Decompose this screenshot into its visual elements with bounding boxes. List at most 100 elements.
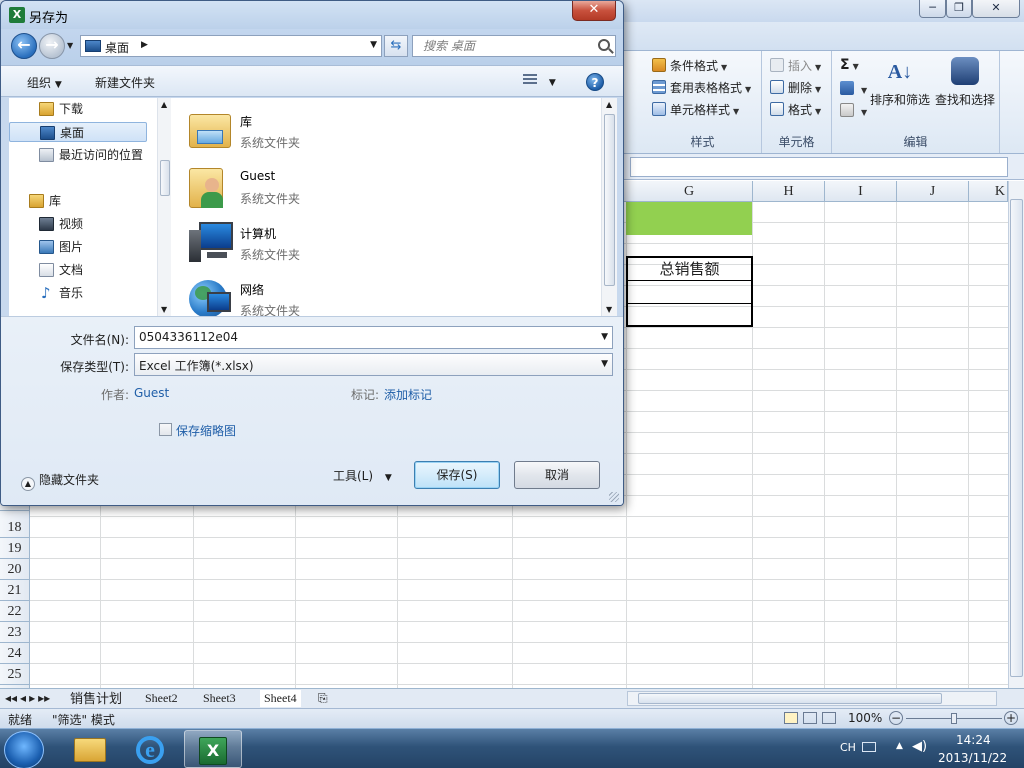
keyboard-icon[interactable] xyxy=(862,742,876,752)
autosum-button[interactable]: Σ ▼ xyxy=(840,57,859,73)
save-thumbnail-checkbox[interactable] xyxy=(159,423,172,436)
cell-styles-button[interactable]: 单元格样式 ▼ xyxy=(652,101,739,118)
scroll-down-icon[interactable]: ▼ xyxy=(606,305,612,314)
total-sales-cell[interactable] xyxy=(628,281,751,304)
zoom-in-icon[interactable]: + xyxy=(1004,711,1018,725)
zoom-slider-thumb[interactable] xyxy=(951,713,957,724)
address-location[interactable]: 桌面 xyxy=(105,39,129,56)
help-button[interactable]: ? xyxy=(586,73,604,91)
nav-item-documents[interactable]: 文档 xyxy=(9,260,149,280)
search-input[interactable] xyxy=(415,37,593,55)
nav-item-desktop[interactable]: 桌面 xyxy=(9,122,147,142)
address-bar[interactable]: 桌面 ▶ ▼ xyxy=(80,35,382,57)
horizontal-scrollbar[interactable] xyxy=(627,691,997,706)
row-header[interactable]: 18 xyxy=(0,517,29,538)
address-dropdown-icon[interactable]: ▼ xyxy=(370,40,377,50)
insert-sheet-icon[interactable]: ⎘ xyxy=(318,690,328,707)
zoom-out-icon[interactable]: − xyxy=(889,711,903,725)
sheet-tab-1[interactable]: Sheet2 xyxy=(145,690,178,707)
scroll-down-icon[interactable]: ▼ xyxy=(161,305,167,314)
row-header[interactable]: 22 xyxy=(0,601,29,622)
filetype-value[interactable]: Excel 工作簿(*.xlsx) xyxy=(139,357,254,374)
history-dropdown-icon[interactable]: ▼ xyxy=(67,41,73,50)
row-header[interactable]: 25 xyxy=(0,664,29,685)
fill-button[interactable]: ▼ xyxy=(840,81,867,96)
volume-icon[interactable]: ◀) xyxy=(912,739,927,754)
sheet-tab-0[interactable]: 销售计划 xyxy=(70,690,122,707)
nav-item-recent[interactable]: 最近访问的位置 xyxy=(9,145,149,165)
total-sales-cell[interactable] xyxy=(628,304,751,327)
normal-view-icon[interactable] xyxy=(784,712,798,724)
file-item-computer[interactable]: 计算机 系统文件夹 xyxy=(185,216,485,268)
total-sales-table[interactable]: 总销售额 xyxy=(626,256,753,327)
scroll-up-icon[interactable]: ▲ xyxy=(161,100,167,109)
maximize-button[interactable]: ❐ xyxy=(946,0,972,18)
minimize-button[interactable]: ─ xyxy=(919,0,946,18)
filename-field[interactable]: 0504336112e04 ▼ xyxy=(134,326,613,349)
excel-taskbar-icon[interactable]: X xyxy=(184,730,242,768)
column-header-j[interactable]: J xyxy=(897,181,969,202)
view-options-button[interactable]: ▼ xyxy=(523,74,556,88)
nav-scroll-thumb[interactable] xyxy=(160,160,170,196)
cancel-button[interactable]: 取消 xyxy=(514,461,600,489)
back-button[interactable]: ← xyxy=(11,33,37,59)
conditional-format-button[interactable]: 条件格式 ▼ xyxy=(652,57,727,74)
explorer-taskbar-icon[interactable] xyxy=(62,730,120,768)
save-button[interactable]: 保存(S) xyxy=(414,461,500,489)
vertical-scrollbar[interactable] xyxy=(1008,181,1024,688)
sheet-tab-3[interactable]: Sheet4 xyxy=(260,690,301,707)
formula-input[interactable] xyxy=(630,157,1008,177)
tags-value[interactable]: 添加标记 xyxy=(384,386,432,403)
breadcrumb-arrow-icon[interactable]: ▶ xyxy=(141,40,148,50)
vertical-scroll-thumb[interactable] xyxy=(1010,199,1023,677)
tools-button[interactable]: 工具(L) ▼ xyxy=(333,467,392,484)
clock-date[interactable]: 2013/11/22 xyxy=(938,751,1007,765)
horizontal-scroll-thumb[interactable] xyxy=(638,693,942,704)
file-scroll-thumb[interactable] xyxy=(604,114,615,286)
delete-button[interactable]: 删除 ▼ xyxy=(770,79,821,96)
forward-button[interactable]: → xyxy=(39,33,65,59)
clock-time[interactable]: 14:24 xyxy=(956,733,991,747)
filename-value[interactable]: 0504336112e04 xyxy=(139,330,238,344)
row-header[interactable]: 23 xyxy=(0,622,29,643)
column-header-k[interactable]: K xyxy=(969,181,1008,202)
search-icon[interactable] xyxy=(598,39,610,51)
nav-item-pictures[interactable]: 图片 xyxy=(9,237,149,257)
file-item-libraries[interactable]: 库 系统文件夹 xyxy=(185,104,485,156)
row-header[interactable]: 24 xyxy=(0,643,29,664)
total-sales-header[interactable]: 总销售额 xyxy=(628,258,751,281)
filename-dropdown-icon[interactable]: ▼ xyxy=(601,332,608,342)
page-layout-icon[interactable] xyxy=(803,712,817,724)
start-button[interactable] xyxy=(4,731,44,768)
hide-folders-button[interactable]: ▲ 隐藏文件夹 xyxy=(21,471,99,491)
ie-taskbar-icon[interactable]: e xyxy=(122,730,180,768)
file-item-guest[interactable]: Guest 系统文件夹 xyxy=(185,160,485,212)
page-break-icon[interactable] xyxy=(822,712,836,724)
column-header-h[interactable]: H xyxy=(753,181,825,202)
refresh-button[interactable]: ⇆ xyxy=(384,35,408,57)
excel-close-button[interactable]: ✕ xyxy=(972,0,1020,18)
filetype-select[interactable]: Excel 工作簿(*.xlsx) ▼ xyxy=(134,353,613,376)
insert-button[interactable]: 插入 ▼ xyxy=(770,57,821,74)
nav-scrollbar[interactable]: ▲ ▼ xyxy=(157,98,171,316)
clear-button[interactable]: ▼ xyxy=(840,103,867,118)
column-header-g[interactable]: G xyxy=(626,181,753,202)
sort-filter-button[interactable]: A↓ 排序和筛选 xyxy=(868,57,932,108)
sheet-tab-2[interactable]: Sheet3 xyxy=(203,690,236,707)
dialog-title-bar[interactable]: X 另存为 ✕ xyxy=(1,1,623,29)
find-select-button[interactable]: 查找和选择 xyxy=(932,57,998,108)
format-as-table-button[interactable]: 套用表格格式 ▼ xyxy=(652,79,751,96)
format-button[interactable]: 格式 ▼ xyxy=(770,101,821,118)
header-fill-cell[interactable] xyxy=(626,202,752,235)
first-sheet-icon[interactable]: ◂◂ ◂ ▸ ▸▸ xyxy=(5,690,50,707)
column-header-i[interactable]: I xyxy=(825,181,897,202)
dialog-close-button[interactable]: ✕ xyxy=(572,1,616,21)
author-value[interactable]: Guest xyxy=(134,386,169,400)
resize-grip-icon[interactable] xyxy=(609,492,619,502)
nav-item-music[interactable]: ♪ 音乐 xyxy=(9,283,149,303)
save-thumbnail-label[interactable]: 保存缩略图 xyxy=(176,422,236,439)
tray-expand-icon[interactable]: ▲ xyxy=(896,741,903,751)
row-header[interactable]: 21 xyxy=(0,580,29,601)
row-header[interactable]: 20 xyxy=(0,559,29,580)
organize-button[interactable]: 组织 ▼ xyxy=(27,74,62,91)
